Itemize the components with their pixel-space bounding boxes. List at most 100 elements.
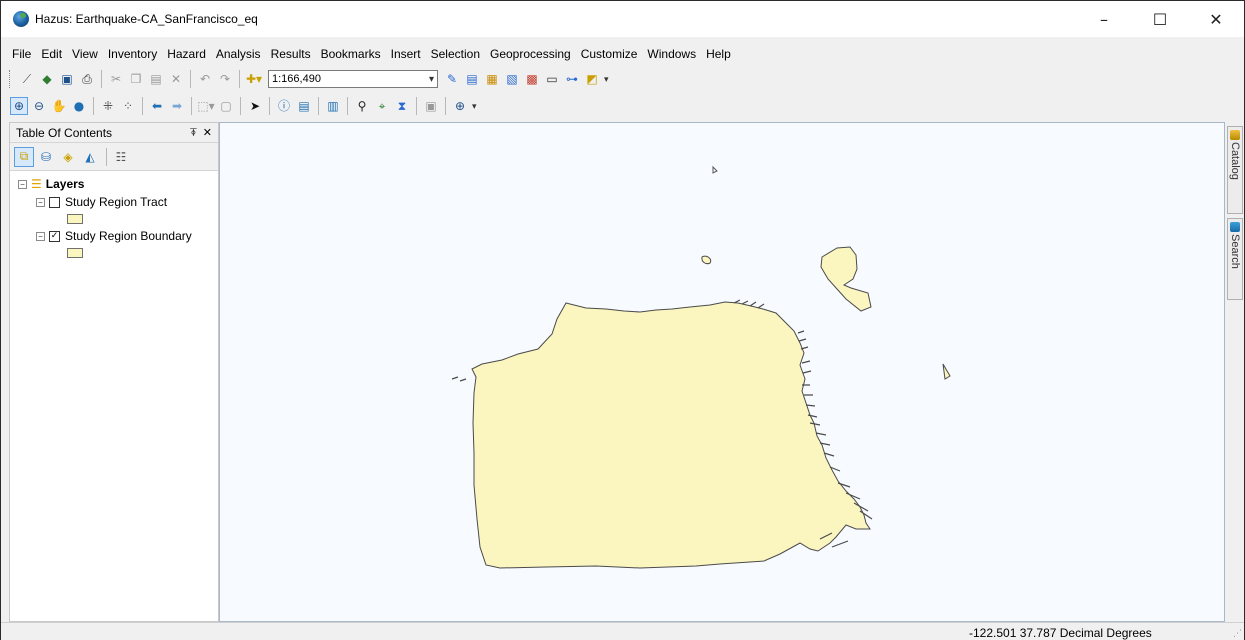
toolbar-separator (239, 70, 240, 88)
add-data-icon[interactable]: ◆ (38, 70, 56, 88)
arctoolbox-icon[interactable]: ▩ (523, 70, 541, 88)
full-extent-icon[interactable]: ● (70, 97, 88, 115)
menu-results[interactable]: Results (266, 45, 316, 63)
redo-icon[interactable]: ↷ (216, 70, 234, 88)
toc-header: Table Of Contents ⍕ ✕ (10, 123, 218, 143)
search-tab[interactable]: Search (1227, 218, 1243, 300)
menu-view[interactable]: View (67, 45, 103, 63)
menu-insert[interactable]: Insert (386, 45, 426, 63)
time-slider-icon[interactable]: ⧗ (393, 97, 411, 115)
toc-toolbar: ⧉ ⛁ ◈ ◭ ☷ (10, 143, 218, 171)
list-by-drawing-order-icon[interactable]: ⧉ (14, 146, 34, 167)
visibility-checkbox[interactable] (49, 196, 60, 208)
collapse-icon[interactable]: − (18, 179, 27, 189)
python-window-icon[interactable]: ▭ (543, 70, 561, 88)
toolbar-separator (106, 147, 107, 166)
map-small-triangle-island (942, 363, 951, 380)
identify-icon[interactable]: ⓘ (275, 97, 293, 115)
fixed-zoom-out-icon[interactable]: ⁘ (119, 97, 137, 115)
app-globe-icon (13, 11, 29, 27)
menu-file[interactable]: File (7, 45, 36, 63)
menu-hazard[interactable]: Hazard (162, 45, 211, 63)
layer-symbol-swatch[interactable] (67, 248, 83, 258)
menu-bookmarks[interactable]: Bookmarks (316, 45, 386, 63)
cut-icon[interactable]: ✂ (107, 70, 125, 88)
menu-edit[interactable]: Edit (36, 45, 67, 63)
select-elements-icon[interactable]: ➤ (246, 97, 264, 115)
options-icon[interactable]: ☷ (111, 147, 131, 167)
toolbar-separator (347, 97, 348, 115)
delete-icon[interactable]: ✕ (167, 70, 185, 88)
fixed-zoom-in-icon[interactable]: ⁜ (99, 97, 117, 115)
layer-row-study-region-boundary[interactable]: − ✓ Study Region Boundary (10, 227, 218, 245)
catalog-tab[interactable]: Catalog (1227, 126, 1243, 214)
goto-xy-icon[interactable]: ⌖ (373, 97, 391, 115)
toolbar-separator (93, 97, 94, 115)
menu-help[interactable]: Help (701, 45, 736, 63)
collapse-icon[interactable]: − (36, 231, 45, 241)
measure-icon[interactable]: ▥ (324, 97, 342, 115)
menu-customize[interactable]: Customize (576, 45, 643, 63)
menu-inventory[interactable]: Inventory (103, 45, 162, 63)
table-of-contents-icon[interactable]: ▤ (463, 70, 481, 88)
html-popup-icon[interactable]: ▤ (295, 97, 313, 115)
zoom-layout-icon[interactable]: ⊕ (451, 97, 469, 115)
toolbar-overflow-icon[interactable]: ▾ (472, 101, 477, 112)
collapse-icon[interactable]: − (36, 197, 45, 207)
zoom-in-icon[interactable]: ⊕ (10, 97, 28, 115)
close-icon[interactable]: ✕ (203, 126, 212, 140)
pin-icon[interactable]: ⍕ (190, 126, 197, 140)
model-builder-icon[interactable]: ⊶ (563, 70, 581, 88)
map-canvas[interactable] (220, 123, 1226, 623)
create-viewer-icon[interactable]: ▣ (422, 97, 440, 115)
map-display[interactable] (219, 122, 1225, 622)
visibility-checkbox[interactable]: ✓ (49, 230, 60, 242)
copy-icon[interactable]: ❐ (127, 70, 145, 88)
zoom-out-icon[interactable]: ⊖ (30, 97, 48, 115)
close-button[interactable]: ✕ (1188, 1, 1244, 37)
catalog-window-icon[interactable]: ▦ (483, 70, 501, 88)
forward-icon[interactable]: ➡ (168, 97, 186, 115)
back-icon[interactable]: ⬅ (148, 97, 166, 115)
print-icon[interactable]: ⎙ (78, 70, 96, 88)
map-scale-combobox[interactable]: 1:166,490 ▾ (268, 70, 438, 88)
hazus-window: Hazus: Earthquake-CA_SanFrancisco_eq – ☐… (0, 0, 1245, 640)
toolbar-separator (190, 70, 191, 88)
title-bar[interactable]: Hazus: Earthquake-CA_SanFrancisco_eq – ☐… (1, 1, 1244, 37)
list-by-source-icon[interactable]: ⛁ (36, 147, 56, 167)
minimize-button[interactable]: – (1076, 1, 1132, 37)
menu-geoprocessing[interactable]: Geoprocessing (485, 45, 576, 63)
toolbar-grip[interactable] (9, 70, 12, 88)
menu-selection[interactable]: Selection (426, 45, 485, 63)
undo-icon[interactable]: ↶ (196, 70, 214, 88)
paste-icon[interactable]: ▤ (147, 70, 165, 88)
save-icon[interactable]: ▣ (58, 70, 76, 88)
toolbar-separator (101, 70, 102, 88)
select-features-icon[interactable]: ⬚▾ (197, 97, 215, 115)
toc-title: Table Of Contents (16, 125, 113, 140)
toolbar-overflow-icon[interactable]: ▾ (604, 74, 609, 85)
find-icon[interactable]: ⚲ (353, 97, 371, 115)
search-window-icon[interactable]: ▧ (503, 70, 521, 88)
resize-grip-icon[interactable]: ⋰ (1233, 628, 1242, 639)
editor-toolbar-icon[interactable]: ✎ (443, 70, 461, 88)
magic-wand-icon[interactable]: ⟋ (18, 70, 36, 88)
list-by-selection-icon[interactable]: ◭ (80, 147, 100, 167)
catalog-tab-label: Catalog (1229, 142, 1241, 180)
hazus-tool-icon[interactable]: ◩ (583, 70, 601, 88)
list-by-visibility-icon[interactable]: ◈ (58, 147, 78, 167)
layer-tree: − ☰ Layers − Study Region Tract − ✓ Stud… (10, 171, 218, 258)
tree-root-layers[interactable]: − ☰ Layers (10, 175, 218, 193)
layer-row-study-region-tract[interactable]: − Study Region Tract (10, 193, 218, 211)
layer-symbol-swatch[interactable] (67, 214, 83, 224)
pan-icon[interactable]: ✋ (50, 97, 68, 115)
map-islet (701, 255, 712, 265)
menu-analysis[interactable]: Analysis (211, 45, 266, 63)
layers-icon: ☰ (31, 177, 42, 191)
maximize-button[interactable]: ☐ (1132, 1, 1188, 37)
menu-windows[interactable]: Windows (642, 45, 701, 63)
layer-label: Study Region Boundary (65, 229, 192, 243)
clear-selection-icon[interactable]: ▢ (217, 97, 235, 115)
tools-toolbar: ⊕ ⊖ ✋ ● ⁜ ⁘ ⬅ ➡ ⬚▾ ▢ ➤ ⓘ ▤ ▥ ⚲ ⌖ ⧗ ▣ ⊕ ▾ (1, 94, 477, 118)
add-data-dropdown-icon[interactable]: ✚▾ (245, 70, 263, 88)
